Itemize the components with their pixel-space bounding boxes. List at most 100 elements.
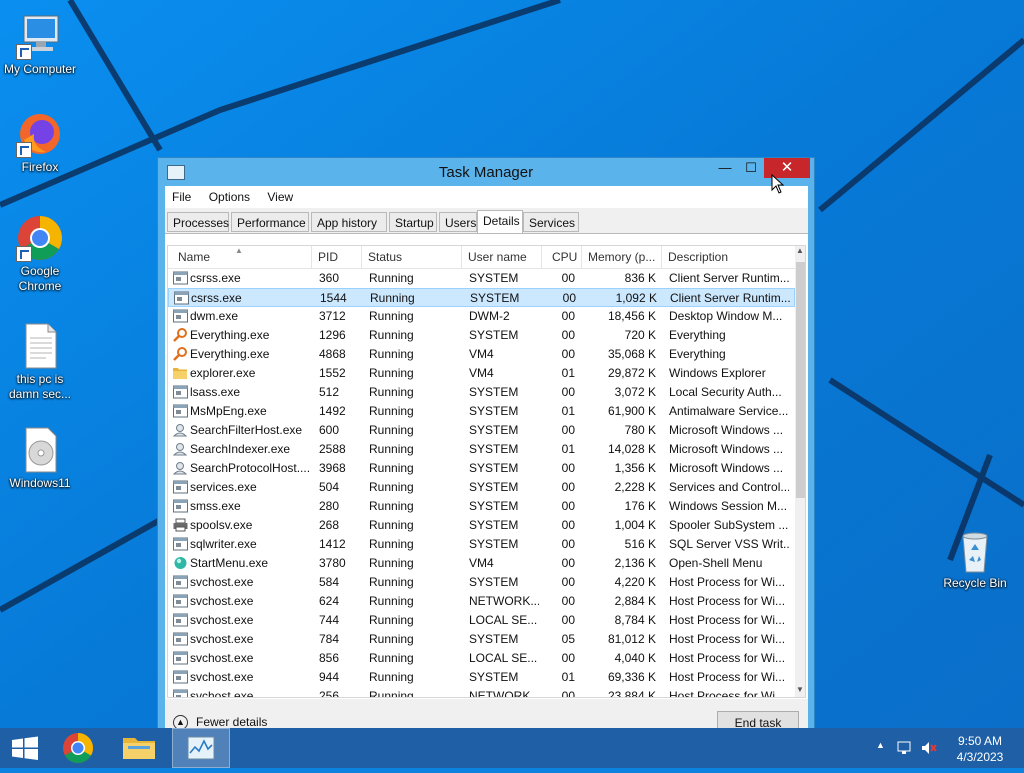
task-manager-window[interactable]: Task Manager — ☐ ✕ File Options View Pro… [157, 157, 815, 737]
column-header-cpu[interactable]: CPU [542, 246, 582, 268]
details-panel: ▲ Name PID Status User name CPU Memory (… [165, 233, 808, 700]
tab-processes[interactable]: Processes [167, 212, 229, 232]
process-row[interactable]: dwm.exe 3712 Running DWM-2 00 18,456 K Desktop… [168, 307, 795, 326]
desktop-icon-windows11[interactable]: Windows11 [0, 426, 80, 491]
process-status: Running [369, 670, 414, 684]
process-row[interactable]: SearchProtocolHost.... 3968 Running SYSTEM 0… [168, 459, 795, 478]
column-header-description[interactable]: Description [662, 246, 795, 268]
mouse-cursor-icon [771, 174, 785, 194]
tab-performance[interactable]: Performance [231, 212, 309, 232]
taskbar-clock[interactable]: 9:50 AM 4/3/2023 [950, 733, 1010, 765]
desktop-icon-my-computer[interactable]: My Computer [0, 12, 80, 77]
process-user: SYSTEM [470, 291, 520, 305]
scrollbar-thumb[interactable] [796, 262, 805, 498]
process-row[interactable]: svchost.exe 584 Running SYSTEM 00 4,220 K Host… [168, 573, 795, 592]
process-row[interactable]: svchost.exe 944 Running SYSTEM 01 69,336 K Hos… [168, 668, 795, 687]
menu-file[interactable]: File [165, 186, 198, 204]
process-user: SYSTEM [469, 499, 519, 513]
column-header-pid[interactable]: PID [312, 246, 362, 268]
process-description: Host Process for Wi... [669, 575, 786, 589]
process-user: NETWORK... [469, 594, 539, 608]
process-name: svchost.exe [190, 575, 254, 589]
text-file-icon [16, 322, 64, 370]
process-name: svchost.exe [190, 613, 254, 627]
desktop-icon-google-chrome[interactable]: Google Chrome [0, 214, 80, 294]
desktop-icon-text-file[interactable]: this pc is damn sec... [0, 322, 80, 402]
tab-details[interactable]: Details [477, 210, 523, 233]
process-pid: 3712 [319, 309, 346, 323]
column-header-status[interactable]: Status [362, 246, 462, 268]
process-row[interactable]: services.exe 504 Running SYSTEM 00 2,228 K Ser… [168, 478, 795, 497]
process-row[interactable]: SearchFilterHost.exe 600 Running SYSTEM 00 78… [168, 421, 795, 440]
scroll-down-arrow-icon[interactable]: ▼ [795, 685, 805, 697]
process-row[interactable]: svchost.exe 784 Running SYSTEM 05 81,012 K Hos… [168, 630, 795, 649]
process-row[interactable]: StartMenu.exe 3780 Running VM4 00 2,136 K Open… [168, 554, 795, 573]
process-status: Running [369, 404, 414, 418]
column-header-memory[interactable]: Memory (p... [582, 246, 662, 268]
menu-view[interactable]: View [260, 186, 300, 204]
process-row[interactable]: MsMpEng.exe 1492 Running SYSTEM 01 61,900 K An… [168, 402, 795, 421]
process-row[interactable]: explorer.exe 1552 Running VM4 01 29,872 K Wind… [168, 364, 795, 383]
process-cpu: 00 [561, 556, 575, 570]
menu-options[interactable]: Options [202, 186, 257, 204]
process-row[interactable]: svchost.exe 256 Running NETWORK... 00 23,884 … [168, 687, 795, 698]
network-icon[interactable] [896, 740, 914, 756]
process-memory: 1,356 K [614, 461, 656, 475]
process-row[interactable]: Everything.exe 1296 Running SYSTEM 00 720 K Ev… [168, 326, 795, 345]
process-row[interactable]: smss.exe 280 Running SYSTEM 00 176 K Windows S… [168, 497, 795, 516]
process-row[interactable]: svchost.exe 624 Running NETWORK... 00 2,884 K… [168, 592, 795, 611]
process-cpu: 00 [561, 309, 575, 323]
show-hidden-icons-icon[interactable]: ▲ [876, 740, 885, 750]
process-pid: 1544 [320, 291, 347, 305]
process-description: Microsoft Windows ... [669, 423, 784, 437]
process-row[interactable]: csrss.exe 360 Running SYSTEM 00 836 K Client S… [168, 269, 795, 288]
process-row[interactable]: csrss.exe 1544 Running SYSTEM 00 1,092 K Clien… [168, 288, 795, 307]
tab-startup[interactable]: Startup [389, 212, 437, 232]
column-header-name[interactable]: ▲ Name [168, 246, 312, 268]
chrome-taskbar[interactable] [53, 728, 103, 768]
process-cpu: 00 [561, 480, 575, 494]
process-list[interactable]: ▲ Name PID Status User name CPU Memory (… [167, 245, 806, 698]
process-row[interactable]: sqlwriter.exe 1412 Running SYSTEM 00 516 K SQL… [168, 535, 795, 554]
vertical-scrollbar[interactable]: ▲ ▼ [795, 246, 805, 697]
maximize-button[interactable]: ☐ [738, 158, 764, 178]
process-memory: 720 K [624, 328, 656, 342]
process-pid: 600 [319, 423, 340, 437]
process-description: Windows Session M... [669, 499, 788, 513]
desktop-icon-firefox[interactable]: Firefox [0, 110, 80, 175]
process-row[interactable]: svchost.exe 744 Running LOCAL SE... 00 8,784 … [168, 611, 795, 630]
process-cpu: 00 [561, 461, 575, 475]
process-user: SYSTEM [469, 480, 519, 494]
process-name: csrss.exe [191, 291, 242, 305]
process-user: SYSTEM [469, 404, 519, 418]
process-row[interactable]: Everything.exe 4868 Running VM4 00 35,068 K Ev… [168, 345, 795, 364]
process-row[interactable]: lsass.exe 512 Running SYSTEM 00 3,072 K Local … [168, 383, 795, 402]
tab-services[interactable]: Services [523, 212, 579, 232]
process-pid: 856 [319, 651, 340, 665]
process-row[interactable]: SearchIndexer.exe 2588 Running SYSTEM 01 14,0… [168, 440, 795, 459]
clock-time: 9:50 AM [957, 734, 1003, 748]
process-memory: 29,872 K [607, 366, 656, 380]
process-row[interactable]: svchost.exe 856 Running LOCAL SE... 00 4,040 … [168, 649, 795, 668]
system-process-icon [173, 613, 188, 627]
column-header-user-name[interactable]: User name [462, 246, 542, 268]
fewer-details-label: Fewer details [196, 715, 268, 729]
system-process-icon [173, 689, 188, 697]
scroll-up-arrow-icon[interactable]: ▲ [795, 246, 805, 258]
tab-users[interactable]: Users [439, 212, 477, 232]
task-manager-taskbar[interactable] [172, 728, 230, 768]
volume-muted-icon[interactable] [920, 740, 938, 756]
process-name: csrss.exe [190, 271, 241, 285]
process-status: Running [369, 689, 414, 698]
start-button[interactable] [0, 728, 50, 768]
process-user: SYSTEM [469, 423, 519, 437]
process-status: Running [369, 632, 414, 646]
title-bar[interactable]: Task Manager — ☐ ✕ [158, 158, 814, 186]
process-status: Running [369, 480, 414, 494]
process-row[interactable]: spoolsv.exe 268 Running SYSTEM 00 1,004 K Spoo… [168, 516, 795, 535]
minimize-button[interactable]: — [712, 158, 738, 178]
chrome-icon [63, 733, 94, 764]
tab-app-history[interactable]: App history [311, 212, 387, 232]
explorer-taskbar[interactable] [114, 728, 164, 768]
desktop-icon-recycle-bin[interactable]: Recycle Bin [935, 526, 1015, 591]
